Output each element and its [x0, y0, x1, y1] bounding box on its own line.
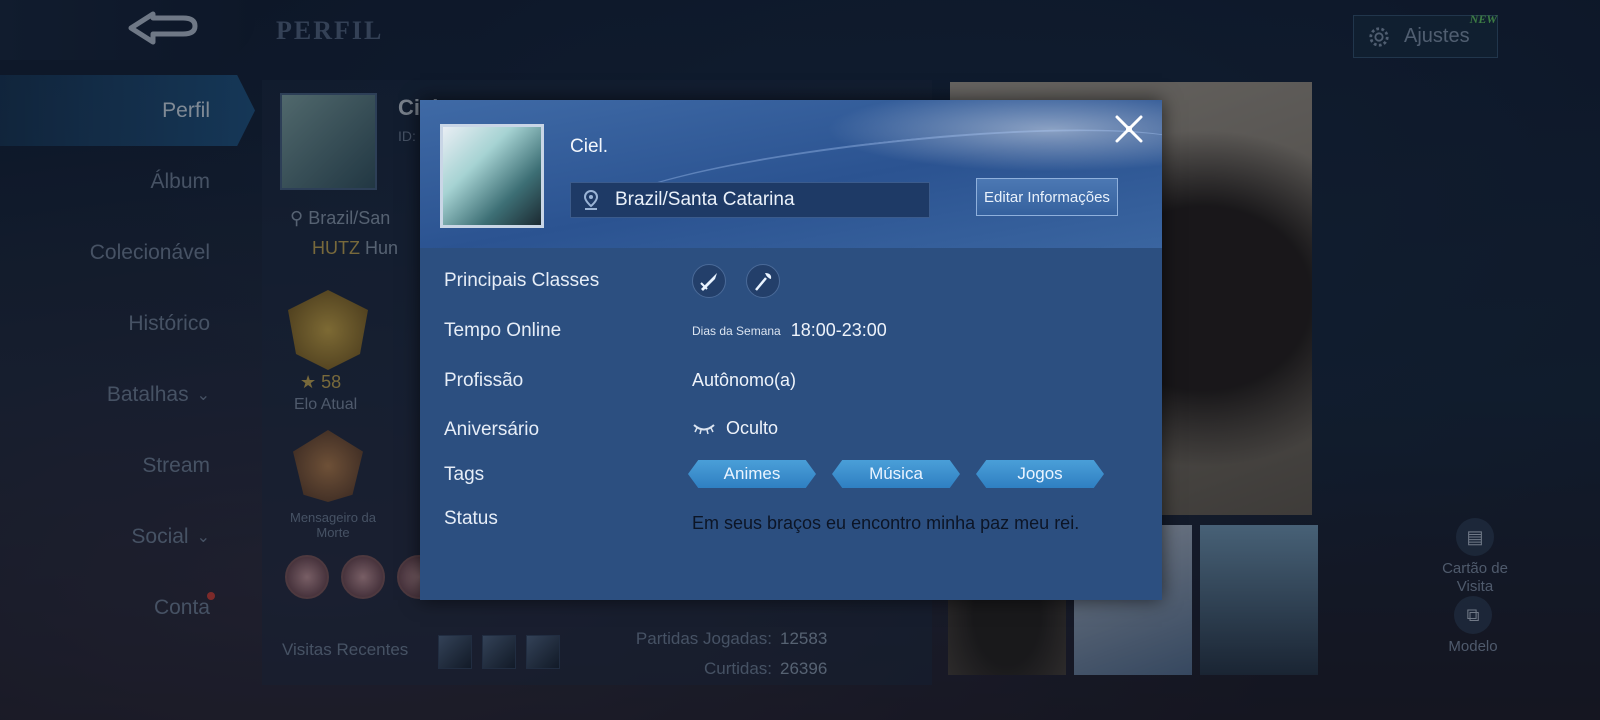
- profile-info-dialog: Ciel. Brazil/Santa Catarina Editar Infor…: [420, 100, 1162, 600]
- profession-label: Profissão: [444, 370, 524, 391]
- classes-label: Principais Classes: [444, 270, 600, 291]
- close-icon[interactable]: [1114, 114, 1144, 144]
- online-time-label: Tempo Online: [444, 320, 562, 341]
- status-label: Status: [444, 508, 498, 529]
- profession-value: Autônomo(a): [692, 370, 797, 390]
- edit-info-button[interactable]: Editar Informações: [976, 178, 1118, 216]
- tags-label: Tags: [444, 464, 485, 485]
- tags-list: Animes Música Jogos: [688, 460, 1104, 488]
- location-pin-icon: [583, 189, 599, 210]
- dialog-player-name: Ciel.: [570, 136, 609, 157]
- online-hours: 18:00-23:00: [790, 320, 887, 340]
- birthday-value: Oculto: [692, 418, 778, 439]
- location-field: Brazil/Santa Catarina: [570, 182, 930, 218]
- mage-class-icon: [746, 264, 780, 298]
- classes-value: [692, 264, 780, 298]
- birthday-text: Oculto: [726, 418, 779, 438]
- eye-closed-icon: [693, 423, 715, 434]
- fighter-class-icon: [692, 264, 726, 298]
- online-days: Dias da Semana: [692, 323, 781, 338]
- tag-chip: Animes: [688, 460, 816, 488]
- location-text: Brazil/Santa Catarina: [615, 189, 795, 210]
- dialog-avatar: [440, 124, 544, 228]
- birthday-label: Aniversário: [444, 419, 540, 440]
- tag-chip: Jogos: [976, 460, 1104, 488]
- online-time-value: Dias da Semana 18:00-23:00: [692, 320, 887, 341]
- status-text: Em seus braços eu encontro minha paz meu…: [692, 513, 1080, 533]
- tag-chip: Música: [832, 460, 960, 488]
